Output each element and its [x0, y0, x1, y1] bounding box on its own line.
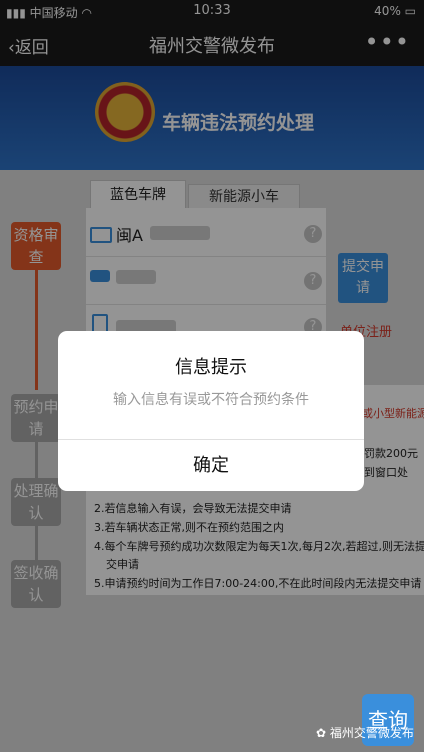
- confirm-button[interactable]: 确定: [58, 440, 364, 491]
- dialog-title: 信息提示: [175, 357, 247, 378]
- wechat-icon: ✿: [316, 726, 330, 740]
- watermark: ✿ 福州交警微发布: [316, 724, 414, 741]
- watermark-text: 福州交警微发布: [329, 726, 414, 740]
- alert-dialog: 信息提示 输入信息有误或不符合预约条件 确定: [58, 331, 364, 491]
- dialog-message: 输入信息有误或不符合预约条件: [113, 392, 309, 408]
